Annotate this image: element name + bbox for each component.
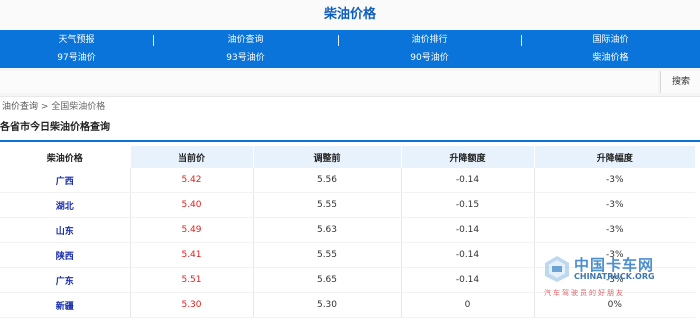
current-price-cell: 5.42 bbox=[130, 168, 254, 193]
previous-price-cell: 5.55 bbox=[253, 242, 402, 268]
table-row: 湖北 5.40 5.55 -0.15 -3% bbox=[0, 192, 695, 218]
province-link[interactable]: 广西 bbox=[0, 168, 131, 193]
breadcrumb-oil-query-link[interactable]: 油价查询 bbox=[2, 102, 38, 112]
change-percent-cell: -3% bbox=[534, 168, 695, 193]
change-amount-cell: -0.14 bbox=[401, 217, 535, 243]
current-price-cell: 5.30 bbox=[130, 292, 254, 318]
province-link[interactable]: 山东 bbox=[0, 217, 131, 243]
province-link[interactable]: 广东 bbox=[0, 267, 131, 293]
search-button[interactable]: 搜索 bbox=[660, 71, 700, 93]
previous-price-cell: 5.65 bbox=[253, 267, 402, 293]
watermark-en: CHINATRUCK.ORG bbox=[574, 272, 655, 281]
change-amount-cell: -0.15 bbox=[401, 192, 535, 218]
breadcrumb-current: 全国柴油价格 bbox=[51, 102, 106, 112]
change-amount-cell: 0 bbox=[401, 292, 535, 318]
column-header-current-price: 当前价 bbox=[130, 146, 254, 168]
previous-price-cell: 5.63 bbox=[253, 217, 402, 243]
breadcrumb-separator: > bbox=[38, 102, 52, 112]
nav-weather-link[interactable]: 天气预报 bbox=[0, 32, 153, 49]
nav-93-price-link[interactable]: 93号油价 bbox=[153, 50, 338, 67]
current-price-cell: 5.51 bbox=[130, 267, 254, 293]
table-header-row: 柴油价格 当前价 调整前 升降额度 升降幅度 bbox=[0, 146, 695, 168]
search-bar: 搜索 bbox=[0, 68, 700, 97]
province-link[interactable]: 湖北 bbox=[0, 192, 131, 218]
nav-oil-query-link[interactable]: 油价查询 bbox=[153, 32, 338, 49]
previous-price-cell: 5.55 bbox=[253, 192, 402, 218]
province-link[interactable]: 陕西 bbox=[0, 242, 131, 268]
page-title: 柴油价格 bbox=[323, 7, 376, 22]
previous-price-cell: 5.56 bbox=[253, 168, 402, 193]
change-amount-cell: -0.14 bbox=[401, 168, 535, 193]
nav-bar: 天气预报 油价查询 油价排行 国际油价 97号油价 93号油价 90号油价 柴油… bbox=[0, 30, 700, 68]
nav-row-2: 97号油价 93号油价 90号油价 柴油价格 bbox=[0, 50, 700, 67]
section-title: 各省市今日柴油价格查询 bbox=[0, 122, 110, 133]
previous-price-cell: 5.30 bbox=[253, 292, 402, 318]
nav-intl-oil-link[interactable]: 国际油价 bbox=[521, 32, 700, 49]
breadcrumb: 油价查询 > 全国柴油价格 bbox=[2, 100, 105, 114]
column-header-change-amount: 升降额度 bbox=[401, 146, 535, 168]
province-link[interactable]: 新疆 bbox=[0, 292, 131, 318]
nav-diesel-price-link[interactable]: 柴油价格 bbox=[521, 50, 700, 67]
truck-logo-icon bbox=[545, 256, 569, 282]
column-header-previous-price: 调整前 bbox=[253, 146, 402, 168]
watermark: 中国卡车网 CHINATRUCK.ORG 汽车驾驶员的好朋友 bbox=[542, 252, 672, 302]
current-price-cell: 5.49 bbox=[130, 217, 254, 243]
nav-oil-ranking-link[interactable]: 油价排行 bbox=[338, 32, 521, 49]
change-amount-cell: -0.14 bbox=[401, 242, 535, 268]
change-percent-cell: -3% bbox=[534, 217, 695, 243]
nav-90-price-link[interactable]: 90号油价 bbox=[338, 50, 521, 67]
current-price-cell: 5.40 bbox=[130, 192, 254, 218]
current-price-cell: 5.41 bbox=[130, 242, 254, 268]
nav-row-1: 天气预报 油价查询 油价排行 国际油价 bbox=[0, 32, 700, 49]
table-row: 广西 5.42 5.56 -0.14 -3% bbox=[0, 168, 695, 193]
change-amount-cell: -0.14 bbox=[401, 267, 535, 293]
nav-97-price-link[interactable]: 97号油价 bbox=[0, 50, 153, 67]
change-percent-cell: -3% bbox=[534, 192, 695, 218]
search-input[interactable] bbox=[0, 71, 658, 93]
section-header: 各省市今日柴油价格查询 bbox=[0, 116, 700, 142]
table-row: 山东 5.49 5.63 -0.14 -3% bbox=[0, 217, 695, 243]
watermark-subtitle: 汽车驾驶员的好朋友 bbox=[544, 289, 625, 297]
title-bar: 柴油价格 bbox=[0, 0, 700, 30]
column-header-change-percent: 升降幅度 bbox=[534, 146, 695, 168]
column-header-province: 柴油价格 bbox=[0, 146, 131, 168]
